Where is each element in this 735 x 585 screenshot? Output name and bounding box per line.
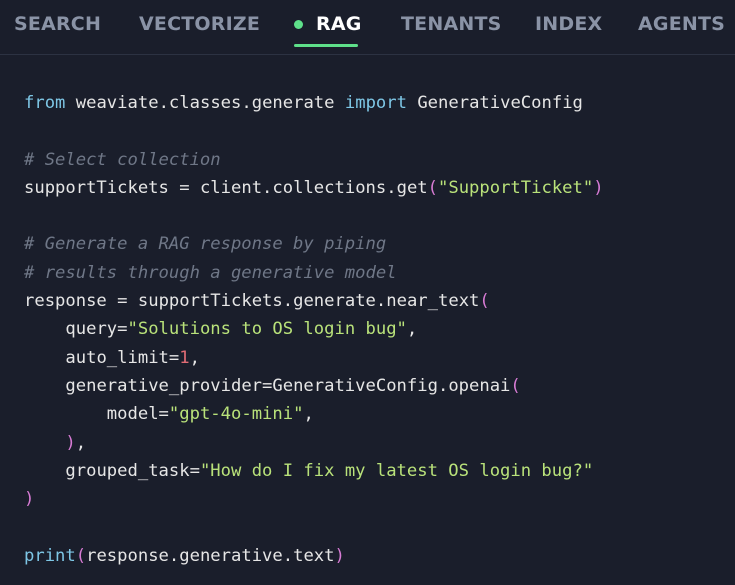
code-line: supportTickets = client.collections.get(… [24, 177, 604, 198]
code-line: from weaviate.classes.generate import Ge… [24, 93, 583, 113]
code-line: generative_provider=GenerativeConfig.ope… [65, 375, 521, 396]
tab-search[interactable]: SEARCH [14, 10, 101, 38]
code-line: # Generate a RAG response by piping [24, 234, 387, 255]
tab-agents[interactable]: AGENTS [638, 10, 725, 38]
active-tab-underline [294, 44, 358, 47]
code-line: # results through a generative model [24, 262, 397, 283]
code-example-panel: SEARCH VECTORIZE RAG TENANTS INDEX AGENT… [0, 0, 735, 585]
code-line: print(response.generative.text) [24, 545, 345, 566]
tab-tenants[interactable]: TENANTS [401, 10, 502, 38]
tab-bar: SEARCH VECTORIZE RAG TENANTS INDEX AGENT… [0, 0, 735, 55]
code-block: from weaviate.classes.generate import Ge… [24, 89, 604, 570]
code-line: grouped_task="How do I fix my latest OS … [65, 460, 594, 481]
code-line: model="gpt-4o-mini", [106, 404, 314, 425]
tab-vectorize[interactable]: VECTORIZE [139, 10, 260, 38]
code-line: ) [24, 489, 35, 510]
tab-index[interactable]: INDEX [535, 10, 602, 38]
code-line: ), [65, 432, 87, 453]
code-line: query="Solutions to OS login bug", [65, 319, 418, 340]
code-line: auto_limit=1, [65, 347, 200, 368]
code-line: response = supportTickets.generate.near_… [24, 291, 490, 312]
code-line: # Select collection [24, 149, 221, 170]
tab-rag[interactable]: RAG [316, 10, 362, 38]
active-dot-icon [294, 20, 303, 29]
